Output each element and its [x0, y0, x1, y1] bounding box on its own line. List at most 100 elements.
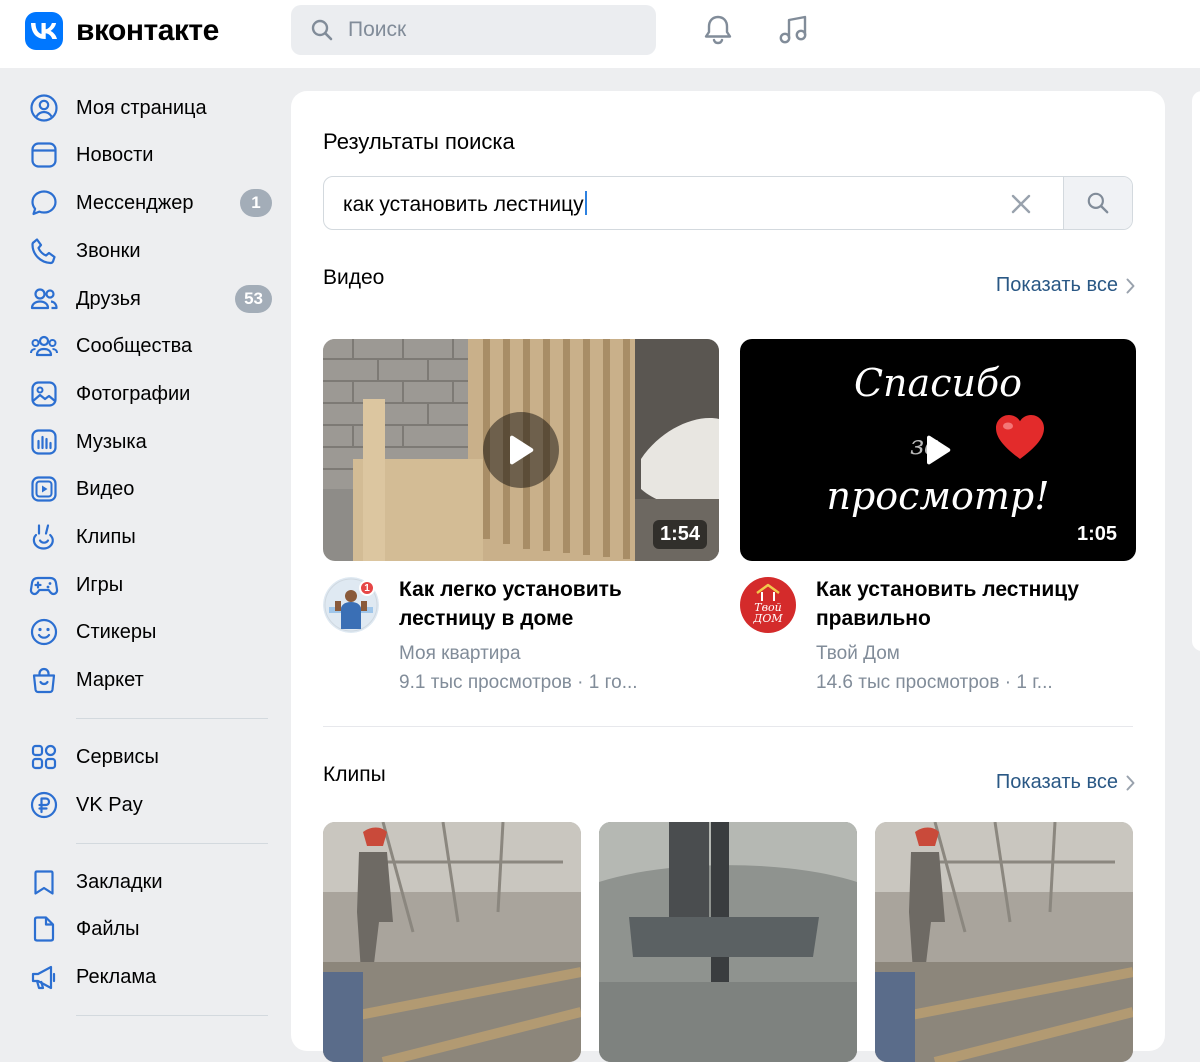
video-title-link[interactable]: Как легко установить лестницу в доме [399, 575, 699, 633]
sidebar-item-bookmarks[interactable]: Закладки [28, 862, 272, 902]
sidebar-item-stickers[interactable]: Стикеры [28, 612, 272, 652]
sidebar-item-video[interactable]: Видео [28, 469, 272, 509]
video-author[interactable]: Твой Дом [816, 643, 900, 665]
friends-icon [28, 283, 60, 315]
video-author[interactable]: Моя квартира [399, 643, 521, 665]
sidebar-item-files[interactable]: Файлы [28, 909, 272, 949]
search-query-value[interactable]: как установить лестницу [343, 191, 587, 217]
play-button[interactable] [483, 412, 559, 488]
sidebar-item-label: Новости [76, 143, 154, 166]
sidebar-item-label: Моя страница [76, 96, 207, 119]
sidebar-item-messenger[interactable]: Мессенджер 1 [28, 183, 272, 223]
sidebar-item-label: Игры [76, 573, 124, 596]
sidebar-item-games[interactable]: Игры [28, 565, 272, 605]
sidebar-item-label: Клипы [76, 525, 136, 548]
sidebar-item-ads[interactable]: Реклама [28, 957, 272, 997]
sidebar-separator [76, 1015, 268, 1016]
section-divider [323, 726, 1133, 727]
thumbnail-caption: Спасибо [853, 361, 1023, 405]
sidebar-item-market[interactable]: Маркет [28, 660, 272, 700]
user-circle-icon [28, 92, 60, 124]
search-icon [310, 18, 334, 42]
clip-thumbnail[interactable] [323, 822, 581, 1062]
avatar-caption: ДОМ [753, 612, 783, 625]
search-submit-button[interactable] [1063, 177, 1132, 229]
show-all-label: Показать все [995, 771, 1118, 793]
avatar-notification-badge: 1 [359, 580, 375, 596]
right-panel-edge [1192, 91, 1200, 651]
market-bag-icon [28, 664, 60, 696]
sidebar-item-news[interactable]: Новости [28, 135, 272, 175]
sidebar-item-photos[interactable]: Фотографии [28, 374, 272, 414]
photo-icon [28, 378, 60, 410]
search-query-input[interactable]: как установить лестницу [323, 176, 1133, 230]
search-results-card: Результаты поиска как установить лестниц… [291, 91, 1165, 1062]
sidebar-item-label: Реклама [76, 965, 157, 988]
sidebar-item-label: VK Pay [76, 793, 143, 816]
sidebar-item-communities[interactable]: Сообщества [28, 326, 272, 366]
news-icon [28, 139, 60, 171]
vk-logo[interactable]: вконтакте [25, 12, 219, 50]
vk-logo-icon [25, 12, 63, 50]
videos-show-all-link[interactable]: Показать все [996, 274, 1135, 297]
video-thumbnail[interactable]: 1:54 [323, 339, 719, 561]
bookmark-icon [28, 866, 60, 898]
messenger-count-badge: 1 [240, 189, 272, 217]
clip-thumbnail-image [323, 822, 581, 1062]
play-button[interactable] [900, 412, 976, 488]
video-icon [28, 473, 60, 505]
heart-icon [996, 415, 1044, 459]
file-icon [28, 913, 60, 945]
page-title: Результаты поиска [323, 129, 515, 154]
sidebar-item-label: Маркет [76, 668, 144, 691]
video-duration: 1:05 [1076, 523, 1117, 545]
clips-icon [28, 521, 60, 553]
logo-text: вконтакте [76, 14, 219, 47]
sidebar-item-label: Друзья [76, 287, 141, 310]
friends-count-badge: 53 [235, 285, 272, 313]
sidebar-item-label: Закладки [76, 870, 163, 893]
sidebar-item-services[interactable]: Сервисы [28, 737, 272, 777]
smile-icon [28, 616, 60, 648]
sidebar-item-calls[interactable]: Звонки [28, 231, 272, 271]
video-thumbnail[interactable]: Спасибо за просмотр! 1:05 [740, 339, 1136, 561]
clips-show-all-link[interactable]: Показать все [996, 771, 1135, 794]
notifications-bell-icon[interactable] [700, 12, 736, 48]
house-logo-icon [756, 583, 780, 601]
music-note-icon[interactable] [776, 12, 812, 48]
services-grid-icon [28, 741, 60, 773]
sidebar-item-music[interactable]: Музыка [28, 422, 272, 462]
top-header: вконтакте Поиск [0, 0, 1200, 68]
sidebar-separator [76, 718, 268, 719]
video-meta: 9.1 тыс просмотров · 1 го... [399, 672, 638, 693]
phone-icon [28, 235, 60, 267]
sidebar-item-label: Фотографии [76, 382, 191, 405]
play-icon [927, 435, 951, 465]
sidebar-item-label: Видео [76, 477, 135, 500]
ruble-icon [28, 789, 60, 821]
music-icon [28, 426, 60, 458]
sidebar-item-label: Мессенджер [76, 191, 194, 214]
channel-avatar[interactable]: Твой ДОМ [740, 577, 796, 633]
video-duration: 1:54 [652, 520, 707, 549]
sidebar-item-clips[interactable]: Клипы [28, 517, 272, 557]
sidebar-item-label: Файлы [76, 917, 140, 940]
sidebar-item-friends[interactable]: Друзья 53 [28, 279, 272, 319]
clip-thumbnail[interactable] [875, 822, 1133, 1062]
show-all-label: Показать все [995, 274, 1118, 296]
clear-search-icon[interactable] [1009, 192, 1033, 216]
clip-thumbnail-image [875, 822, 1133, 1062]
sidebar-item-label: Звонки [76, 239, 141, 262]
video-title-link[interactable]: Как установить лестницу правильно [816, 575, 1116, 633]
chevron-right-icon [1126, 775, 1135, 790]
play-icon [510, 435, 534, 465]
clip-thumbnail[interactable] [599, 822, 857, 1062]
sidebar-item-vk-pay[interactable]: VK Pay [28, 785, 272, 825]
clip-thumbnail-image [599, 822, 857, 1062]
video-meta: 14.6 тыс просмотров · 1 г... [816, 672, 1053, 693]
sidebar-item-label: Стикеры [76, 620, 157, 643]
sidebar-item-my-page[interactable]: Моя страница [28, 88, 272, 128]
header-search-input[interactable]: Поиск [291, 5, 656, 55]
sidebar-item-label: Сервисы [76, 745, 159, 768]
gamepad-icon [28, 569, 60, 601]
